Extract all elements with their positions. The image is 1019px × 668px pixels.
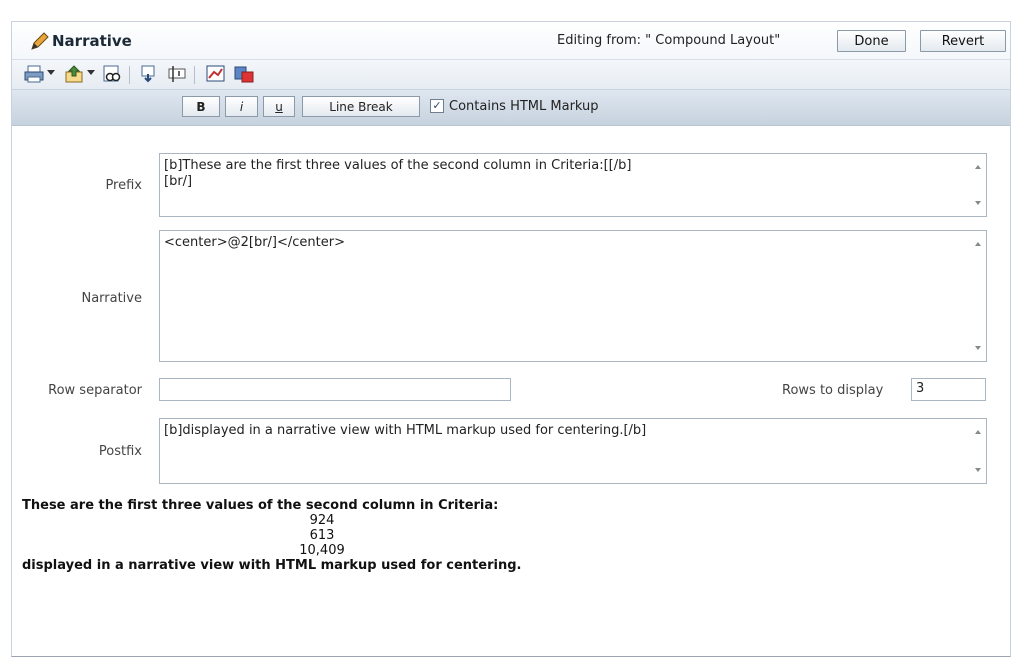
row-separator-input[interactable] — [159, 378, 511, 401]
line-break-button[interactable]: Line Break — [302, 96, 420, 117]
postfix-label: Postfix — [98, 444, 142, 459]
export-icon[interactable] — [64, 65, 84, 83]
preview-icon[interactable] — [102, 65, 122, 83]
postfix-textarea[interactable]: [b]displayed in a narrative view with HT… — [159, 418, 987, 484]
narrative-label: Narrative — [81, 291, 142, 306]
format-icon[interactable] — [234, 65, 254, 83]
pencil-icon — [31, 32, 49, 50]
prefix-textarea[interactable]: [b]These are the first three values of t… — [159, 153, 987, 217]
done-button[interactable]: Done — [837, 30, 906, 52]
toolbar-separator — [129, 66, 130, 84]
scroll-up-icon[interactable] — [975, 430, 981, 434]
narrative-preview: These are the first three values of the … — [22, 498, 982, 573]
postfix-scrollbar[interactable] — [969, 418, 987, 484]
scroll-up-icon[interactable] — [975, 242, 981, 246]
rows-to-display-label: Rows to display — [782, 383, 884, 398]
properties-icon[interactable] — [167, 65, 187, 83]
scroll-down-icon[interactable] — [975, 201, 981, 205]
format-bar: B i u Line Break ✓ Contains HTML Markup — [12, 90, 1010, 126]
chevron-down-icon[interactable] — [87, 70, 95, 75]
preview-footer: displayed in a narrative view with HTML … — [22, 558, 522, 573]
narrative-editor-panel: Narrative Editing from: " Compound Layou… — [11, 21, 1011, 657]
editing-from-label: Editing from: " Compound Layout" — [557, 33, 781, 48]
row-separator-label: Row separator — [48, 383, 142, 398]
edit-view-icon[interactable] — [206, 65, 226, 83]
scroll-down-icon[interactable] — [975, 346, 981, 350]
bold-button[interactable]: B — [182, 96, 220, 117]
italic-button[interactable]: i — [225, 96, 258, 117]
toolbar-separator — [194, 66, 195, 84]
preview-heading: These are the first three values of the … — [22, 498, 499, 513]
narrative-scrollbar[interactable] — [969, 230, 987, 362]
view-toolbar — [12, 60, 1010, 90]
prefix-scrollbar[interactable] — [969, 153, 987, 217]
contains-html-checkbox[interactable]: ✓ — [430, 99, 444, 113]
top-strip — [0, 0, 1019, 20]
preview-value: 924 — [309, 513, 335, 528]
preview-value: 10,409 — [299, 543, 345, 558]
rows-to-display-input[interactable]: 3 — [911, 378, 986, 401]
revert-button[interactable]: Revert — [920, 30, 1006, 52]
editor-title: Narrative — [52, 32, 132, 50]
editor-header: Narrative Editing from: " Compound Layou… — [12, 22, 1010, 60]
contains-html-label: Contains HTML Markup — [449, 99, 599, 114]
underline-button[interactable]: u — [263, 96, 295, 117]
insert-icon[interactable] — [139, 65, 159, 83]
chevron-down-icon[interactable] — [47, 70, 55, 75]
prefix-label: Prefix — [105, 178, 142, 193]
scroll-up-icon[interactable] — [975, 165, 981, 169]
scroll-down-icon[interactable] — [975, 468, 981, 472]
narrative-textarea[interactable]: <center>@2[br/]</center> — [159, 230, 987, 362]
preview-value: 613 — [309, 528, 335, 543]
print-icon[interactable] — [24, 65, 44, 83]
